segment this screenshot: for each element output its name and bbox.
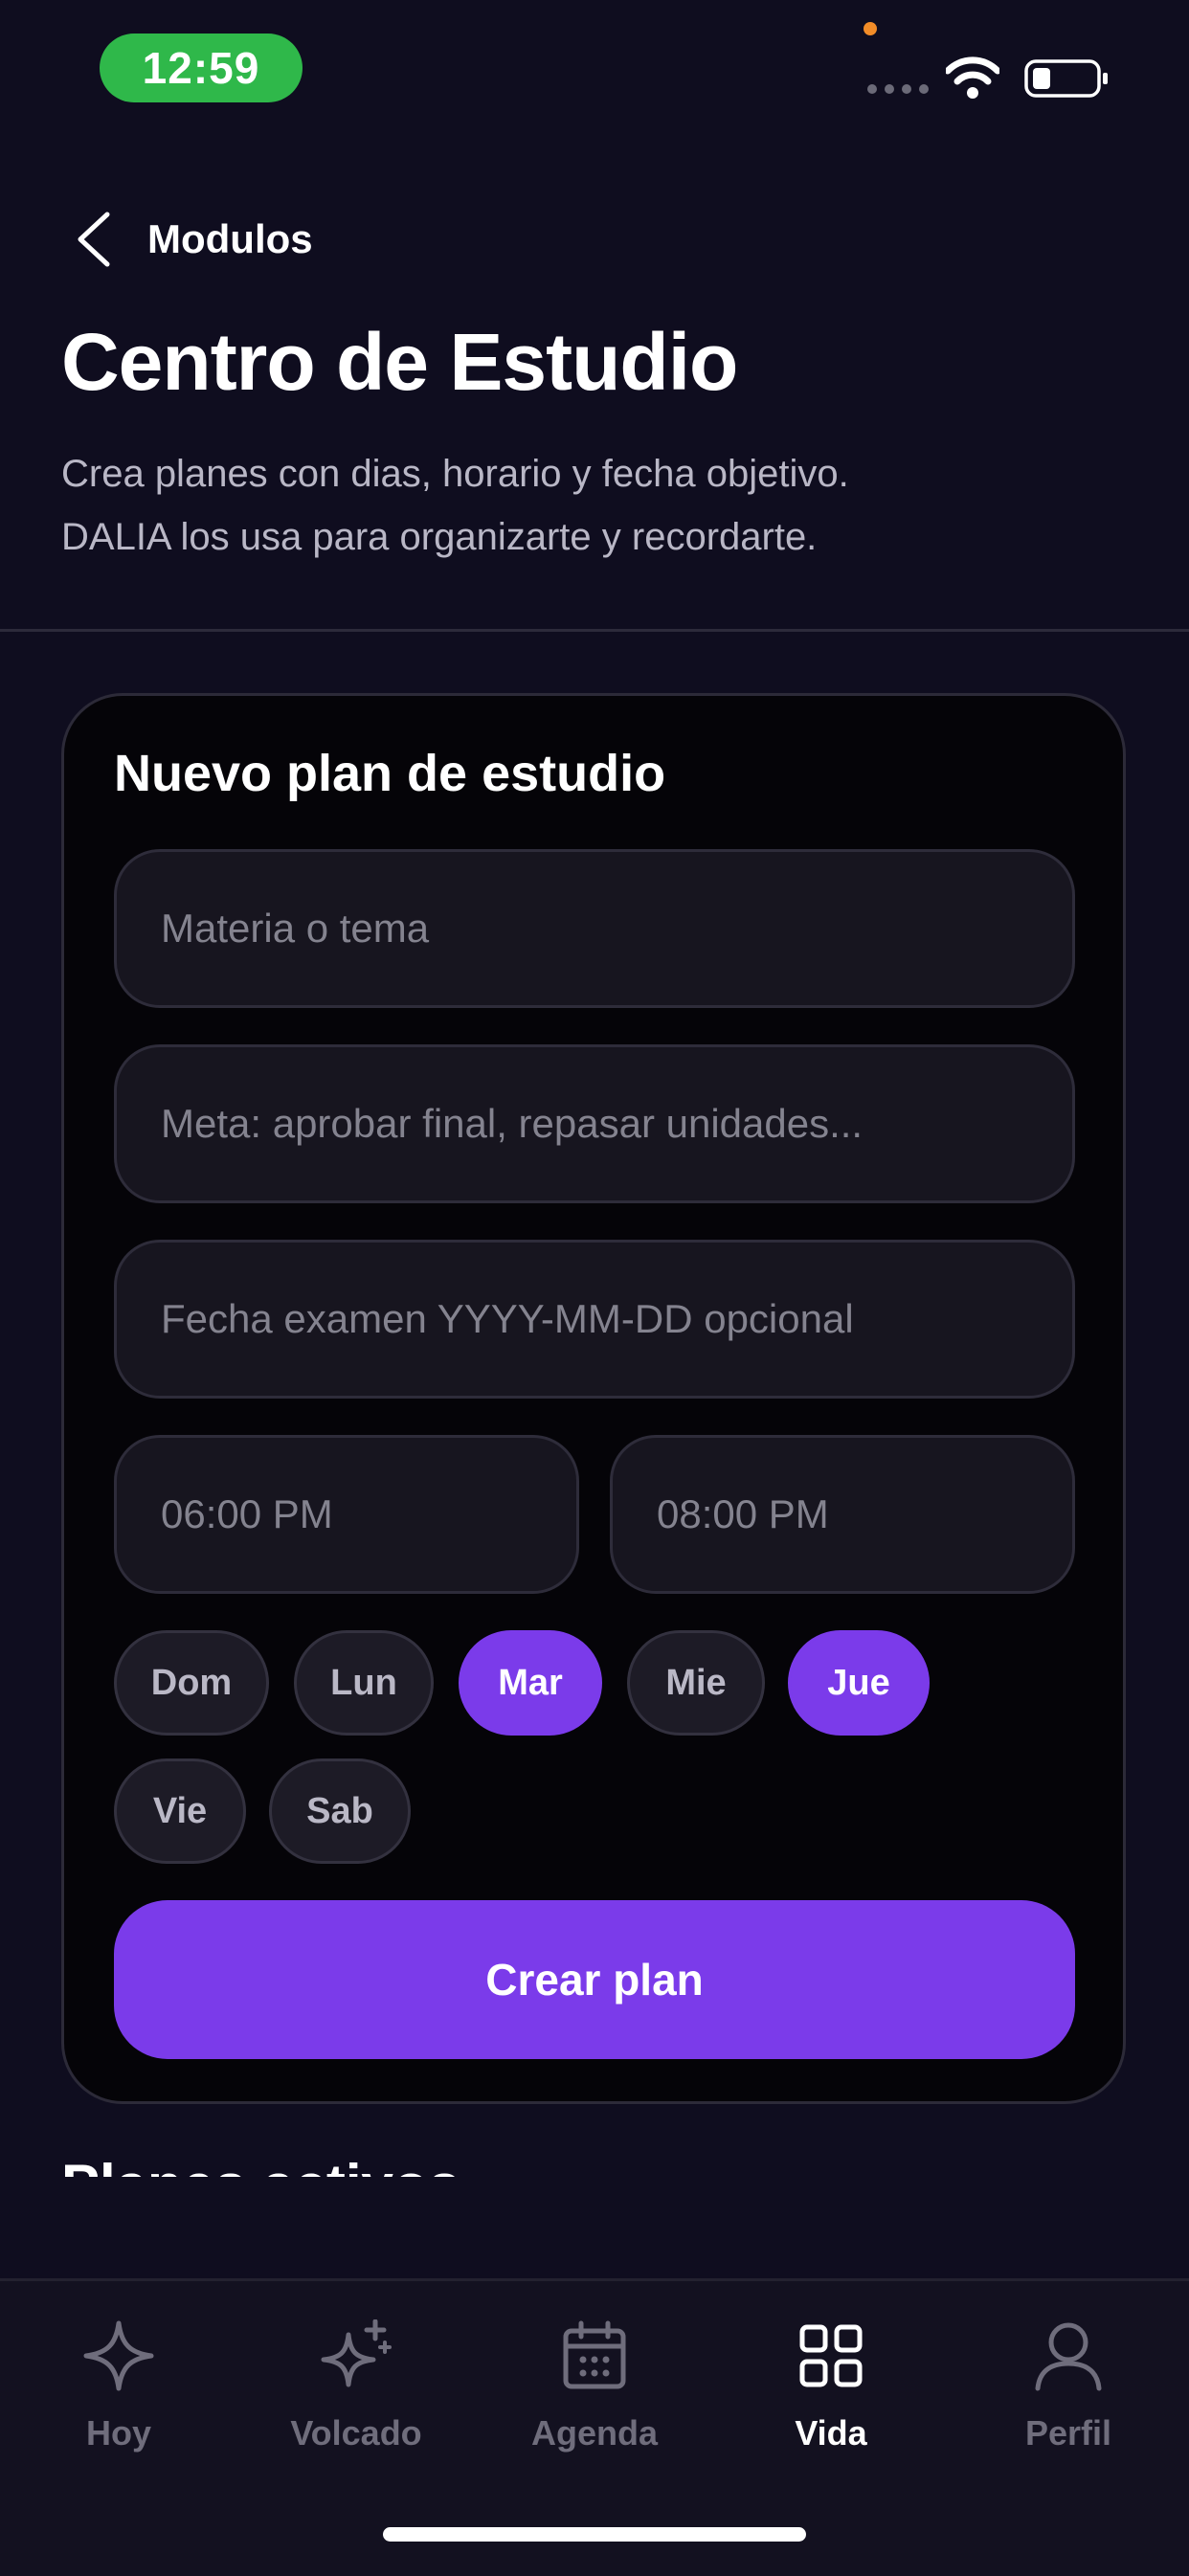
back-button[interactable]: Modulos [73, 211, 313, 268]
day-chip-lun[interactable]: Lun [294, 1630, 434, 1736]
cellular-signal-icon [867, 84, 929, 94]
wifi-icon [946, 56, 999, 99]
page-title: Centro de Estudio [61, 317, 738, 407]
day-chip-dom[interactable]: Dom [114, 1630, 269, 1736]
sparkles-icon [321, 2319, 392, 2387]
page-subtitle: Crea planes con dias, horario y fecha ob… [61, 442, 1114, 569]
end-time-input[interactable]: 08:00 PM [610, 1435, 1075, 1594]
active-plans-heading-text: Planes activos [61, 2152, 460, 2177]
tab-label: Agenda [530, 2413, 658, 2453]
back-label: Modulos [147, 216, 313, 261]
status-time: 12:59 [100, 34, 303, 102]
new-study-plan-card: Nuevo plan de estudio Materia o tema Met… [61, 693, 1126, 2104]
grid-icon [799, 2324, 863, 2387]
tab-label: Perfil [1024, 2413, 1112, 2453]
tab-label: Vida [795, 2413, 867, 2453]
battery-icon [1024, 59, 1108, 98]
tab-agenda[interactable]: Agenda [489, 2319, 700, 2453]
chevron-left-icon [78, 212, 110, 267]
user-icon [1035, 2322, 1102, 2391]
card-title: Nuevo plan de estudio [114, 745, 666, 802]
tab-perfil[interactable]: Perfil [963, 2319, 1174, 2453]
start-time-input[interactable]: 06:00 PM [114, 1435, 579, 1594]
day-chip-jue[interactable]: Jue [788, 1630, 930, 1736]
tab-vida[interactable]: Vida [726, 2319, 936, 2453]
tab-hoy[interactable]: Hoy [13, 2319, 224, 2453]
subtitle-line-2: DALIA los usa para organizarte y recorda… [61, 516, 818, 558]
tab-label: Volcado [290, 2413, 422, 2453]
tab-label: Hoy [85, 2413, 151, 2453]
home-indicator[interactable] [383, 2527, 806, 2542]
exam-date-input[interactable]: Fecha examen YYYY-MM-DD opcional [114, 1240, 1075, 1399]
day-chip-mie[interactable]: Mie [627, 1630, 765, 1736]
header-divider [0, 629, 1189, 632]
tab-volcado[interactable]: Volcado [251, 2319, 461, 2453]
privacy-indicator-dot [864, 22, 877, 35]
day-chip-sab[interactable]: Sab [269, 1758, 411, 1864]
subtitle-line-1: Crea planes con dias, horario y fecha ob… [61, 453, 849, 495]
day-chip-mar[interactable]: Mar [459, 1630, 602, 1736]
subject-input[interactable]: Materia o tema [114, 849, 1075, 1008]
calendar-icon [563, 2320, 626, 2389]
create-plan-button[interactable]: Crear plan [114, 1900, 1075, 2059]
day-chip-vie[interactable]: Vie [114, 1758, 246, 1864]
sparkle-icon [83, 2320, 154, 2391]
active-plans-heading: Planes activos [61, 2144, 731, 2177]
goal-input[interactable]: Meta: aprobar final, repasar unidades... [114, 1044, 1075, 1203]
